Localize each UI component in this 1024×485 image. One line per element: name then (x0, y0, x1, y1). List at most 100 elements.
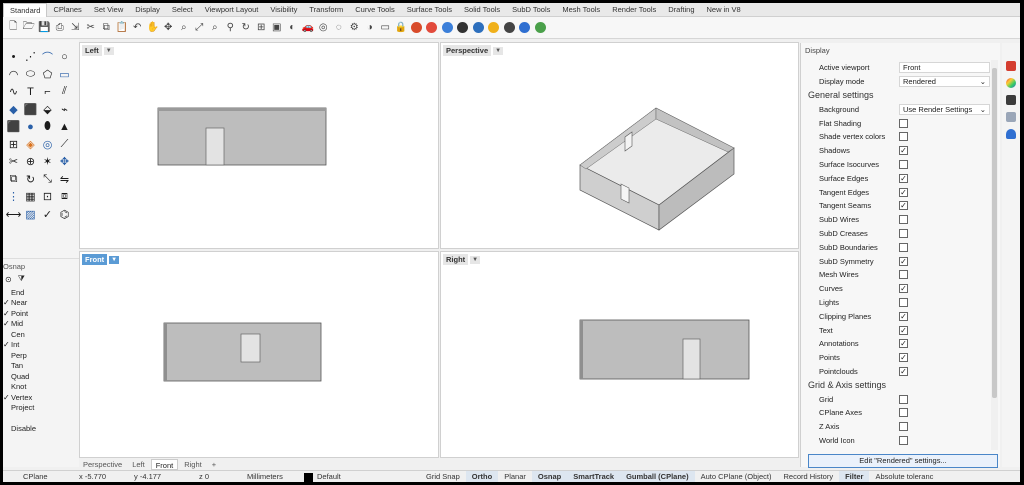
scale-icon[interactable]: ⤡ (39, 171, 56, 189)
split-icon[interactable]: ⟋ (56, 136, 73, 154)
setting-checkbox[interactable] (899, 270, 908, 280)
pan-icon[interactable]: ✋ (146, 20, 161, 36)
edit-rendered-settings-button[interactable]: Edit "Rendered" settings... (808, 454, 998, 468)
osnap-checkbox[interactable]: ✓ (3, 393, 11, 402)
osnap-item-near[interactable]: ✓ Near (3, 298, 79, 309)
setting-checkbox[interactable] (899, 422, 908, 432)
background-select[interactable]: Use Render Settings ⌄ (899, 103, 990, 115)
viewport-right-title[interactable]: Right ▼ (443, 254, 481, 265)
zoom-window-icon[interactable]: ⌕ (177, 20, 192, 36)
setting-checkbox[interactable]: ✓ (899, 339, 908, 349)
tab-new-in-v8[interactable]: New in V8 (701, 3, 747, 17)
fillet-icon[interactable]: ⌐ (39, 83, 56, 101)
settings-icon[interactable]: ⚙ (347, 20, 362, 36)
osnap-toggle-icon[interactable]: ⊙ (5, 275, 12, 284)
zoom-icon[interactable]: ⚲ (223, 20, 238, 36)
osnap-checkbox[interactable]: ✓ (3, 319, 11, 328)
osnap-item-mid[interactable]: ✓ Mid (3, 319, 79, 330)
status-auto-cplane[interactable]: Auto CPlane (Object) (695, 471, 778, 482)
status-record-history[interactable]: Record History (777, 471, 839, 482)
setting-checkbox[interactable]: ✓ (899, 201, 908, 211)
sphere-icon[interactable]: ● (22, 118, 39, 136)
display-mode-select[interactable]: Rendered ⌄ (899, 76, 990, 88)
wireframe-icon[interactable]: ◌ (332, 20, 347, 36)
setting-checkbox[interactable]: ✓ (899, 366, 908, 376)
viewport-tab-left[interactable]: Left (128, 459, 149, 470)
tab-surface-tools[interactable]: Surface Tools (401, 3, 458, 17)
tab-transform[interactable]: Transform (303, 3, 349, 17)
tab-subd-tools[interactable]: SubD Tools (506, 3, 556, 17)
polygon-icon[interactable]: ⬠ (39, 66, 56, 84)
osnap-item-knot[interactable]: Knot (3, 382, 79, 393)
osnap-item-quad[interactable]: Quad (3, 371, 79, 382)
setting-checkbox[interactable] (899, 435, 908, 445)
surface-icon[interactable]: ◆ (5, 101, 22, 119)
shade-icon[interactable]: ◐ (285, 20, 300, 36)
filter-icon[interactable]: ⧩ (18, 274, 25, 284)
viewport-perspective-title[interactable]: Perspective ▼ (443, 45, 504, 56)
render-icon[interactable] (440, 20, 455, 36)
setting-checkbox[interactable]: ✓ (899, 256, 908, 266)
text-icon[interactable]: T (22, 83, 39, 101)
viewport-front[interactable]: Front ▼ (79, 251, 439, 458)
zoom-selected-icon[interactable]: ⌕ (208, 20, 223, 36)
ghosted-icon[interactable]: ◎ (316, 20, 331, 36)
block-icon[interactable]: ⧈ (56, 188, 73, 206)
options-icon[interactable] (533, 20, 548, 36)
chevron-down-icon[interactable]: ▼ (493, 46, 504, 55)
display-scrollbar[interactable] (991, 60, 998, 450)
viewport-left[interactable]: Left ▼ (79, 42, 439, 249)
subd-icon[interactable]: ◈ (22, 136, 39, 154)
lock-icon[interactable]: 🔒 (394, 20, 409, 36)
ellipse-icon[interactable]: ⬭ (22, 66, 39, 84)
dimension-icon[interactable]: ⟷ (5, 206, 22, 224)
four-viewports-icon[interactable]: ⊞ (254, 20, 269, 36)
status-smarttrack[interactable]: SmartTrack (567, 471, 621, 482)
mirror-icon[interactable]: ⇋ (56, 171, 73, 189)
loft-icon[interactable]: ⬙ (39, 101, 56, 119)
undo-icon[interactable]: ↶ (130, 20, 145, 36)
zoom-extents-icon[interactable]: ⤢ (192, 20, 207, 36)
curve-icon[interactable]: ⌒ (39, 48, 56, 66)
setting-checkbox[interactable] (899, 215, 908, 225)
array-icon[interactable]: ⋮ (5, 188, 22, 206)
status-osnap[interactable]: Osnap (531, 471, 568, 482)
tab-drafting[interactable]: Drafting (662, 3, 700, 17)
osnap-checkbox[interactable]: ✓ (3, 340, 11, 349)
cut-icon[interactable]: ✂ (84, 20, 99, 36)
status-gumball[interactable]: Gumball (CPlane) (620, 471, 695, 482)
tab-standard[interactable]: Standard (3, 3, 48, 17)
rotate-view-icon[interactable]: ↻ (239, 20, 254, 36)
chevron-down-icon[interactable]: ▼ (109, 255, 120, 264)
new-icon[interactable]: 🗋 (6, 20, 21, 36)
setting-checkbox[interactable]: ✓ (899, 353, 908, 363)
tab-render-tools[interactable]: Render Tools (606, 3, 662, 17)
setting-checkbox[interactable]: ✓ (899, 284, 908, 294)
setting-checkbox[interactable]: ✓ (899, 146, 908, 156)
trim-icon[interactable]: ✂ (5, 153, 22, 171)
chevron-down-icon[interactable]: ⌄ (980, 77, 986, 86)
status-cplane[interactable]: CPlane (3, 471, 73, 482)
sweep-icon[interactable]: ⌁ (56, 101, 73, 119)
arc-icon[interactable]: ◠ (5, 66, 22, 84)
named-view-icon[interactable]: ▣ (270, 20, 285, 36)
osnap-disable[interactable]: Disable (3, 423, 79, 434)
boolean-icon[interactable]: ◎ (39, 136, 56, 154)
status-layer[interactable]: Default (298, 471, 420, 482)
setting-checkbox[interactable]: ✓ (899, 187, 908, 197)
check-icon[interactable]: ✓ (39, 206, 56, 224)
polyline-icon[interactable]: ⋰ (22, 48, 39, 66)
tab-set-view[interactable]: Set View (88, 3, 129, 17)
car-icon[interactable]: 🚗 (301, 20, 316, 36)
osnap-item-cen[interactable]: Cen (3, 329, 79, 340)
help-icon[interactable] (518, 20, 533, 36)
chevron-down-icon[interactable]: ▼ (103, 46, 114, 55)
tab-cplanes[interactable]: CPlanes (47, 3, 87, 17)
print-icon[interactable]: ⎙ (53, 20, 68, 36)
hatch-icon[interactable]: ▨ (22, 206, 39, 224)
setting-checkbox[interactable] (899, 394, 908, 404)
explode-icon[interactable]: ✶ (39, 153, 56, 171)
rotate-icon[interactable]: ↻ (22, 171, 39, 189)
materials-icon[interactable] (1006, 78, 1016, 88)
rectangle-icon[interactable]: ▭ (378, 20, 393, 36)
